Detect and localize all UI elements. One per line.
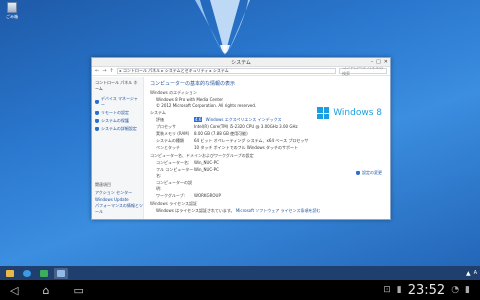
- taskbar-system-button[interactable]: [54, 267, 68, 279]
- row-key: コンピューター名:: [156, 160, 190, 165]
- taskbar-ie-button[interactable]: [20, 268, 34, 279]
- sidebar-item-label: システムの保護: [101, 118, 129, 123]
- row-value: 10 タッチ ポイントでのフル Windows タッチのサポート: [194, 145, 299, 150]
- minimize-button[interactable]: –: [371, 59, 374, 65]
- row-value: Win_NUC-PC: [194, 160, 219, 165]
- system-row-touch: ペンとタッチ 10 タッチ ポイントでのフル Windows タッチのサポート: [150, 145, 384, 151]
- shield-icon: [356, 171, 360, 175]
- system-tray: ▲ A: [466, 270, 477, 277]
- shield-icon: [95, 111, 99, 115]
- activation-status: Windows はライセンス認証されています。 Microsoft ソフトウェア…: [150, 208, 384, 214]
- row-value: WORKGROUP: [194, 193, 221, 198]
- computer-name-header: コンピューター名、ドメインおよびワークグループの設定: [150, 153, 254, 158]
- recycle-bin-icon: [7, 2, 17, 13]
- wifi-icon: ◔: [451, 285, 460, 295]
- row-value: Intel(R) Core(TM) i5-2320 CPU @ 3.00GHz …: [194, 124, 298, 129]
- window-titlebar[interactable]: システム – □ ✕: [92, 58, 390, 67]
- edition-name: Windows 8 Pro with Media Center: [156, 97, 224, 102]
- recent-apps-icon[interactable]: ▭: [73, 284, 83, 297]
- screenshot-icon[interactable]: ⊡: [383, 285, 391, 295]
- main-content: コンピューターの基本的な情報の表示 Windows のエディション Window…: [144, 77, 390, 219]
- edition-header: Windows のエディション: [150, 90, 197, 95]
- address-path[interactable]: ▸ コントロール パネル ▸ システムとセキュリティ ▸ システム: [116, 68, 336, 74]
- home-icon[interactable]: ⌂: [42, 284, 49, 297]
- row-key: 実装メモリ (RAM): [156, 131, 190, 136]
- ime-indicator[interactable]: A: [474, 270, 477, 276]
- up-arrow-icon[interactable]: ↑: [109, 68, 113, 74]
- sidebar-item-label: リモートの設定: [101, 110, 129, 115]
- sidebar-item-device-manager[interactable]: デバイス マネージャー: [95, 96, 140, 108]
- sidebar-item-label: システムの詳細設定: [101, 126, 137, 131]
- license-terms-link[interactable]: Microsoft ソフトウェア ライセンス条項を読む: [236, 208, 321, 213]
- computer-row-full-name: フル コンピューター名: Win_NUC-PC: [150, 167, 384, 179]
- row-value: [194, 180, 384, 192]
- system-window: システム – □ ✕ ← → ↑ ▸ コントロール パネル ▸ システムとセキュ…: [91, 57, 391, 220]
- activation-text: Windows はライセンス認証されています。: [156, 208, 235, 213]
- sidebar-item-advanced-settings[interactable]: システムの詳細設定: [95, 126, 140, 132]
- close-button[interactable]: ✕: [384, 59, 388, 65]
- sidebar-item-system-protection[interactable]: システムの保護: [95, 118, 140, 124]
- shield-icon: [95, 127, 99, 131]
- media-center-icon: [40, 269, 48, 277]
- taskbar: ▲ A: [0, 266, 480, 280]
- sidebar-home-link[interactable]: コントロール パネル ホーム: [95, 80, 140, 92]
- related-link-performance[interactable]: パフォーマンスの情報とツール: [95, 203, 143, 215]
- sidebar-item-label: デバイス マネージャー: [100, 96, 138, 107]
- recycle-bin-label: ごみ箱: [6, 14, 18, 19]
- related-link-windows-update[interactable]: Windows Update: [95, 197, 143, 202]
- row-value: 64 ビット オペレーティング システム、x64 ベース プロセッサ: [194, 138, 309, 143]
- internet-explorer-icon: [23, 269, 31, 277]
- folder-icon: [6, 269, 14, 277]
- computer-row-name: コンピューター名: Win_NUC-PC: [150, 160, 384, 166]
- computer-row-workgroup: ワークグループ: WORKGROUP: [150, 193, 384, 199]
- change-settings-label: 設定の変更: [362, 170, 382, 175]
- related-link-action-center[interactable]: アクション センター: [95, 190, 143, 196]
- shield-icon: [95, 119, 99, 123]
- taskbar-explorer-button[interactable]: [3, 268, 17, 279]
- address-bar: ← → ↑ ▸ コントロール パネル ▸ システムとセキュリティ ▸ システム …: [92, 65, 390, 76]
- windows-8-logo: Windows 8: [317, 107, 382, 119]
- system-row-memory: 実装メモリ (RAM) 8.00 GB (7.88 GB 使用可能): [150, 131, 384, 137]
- maximize-button[interactable]: □: [376, 59, 381, 65]
- status-clock: 23:52: [407, 282, 446, 298]
- android-navigation-bar: ◁ ⌂ ▭ ⊡ ▮ 23:52 ◔ ▮: [0, 280, 480, 300]
- row-key: 評価: [156, 117, 164, 122]
- windows-flag-icon: [317, 107, 330, 119]
- activation-header: Windows ライセンス認証: [150, 201, 198, 206]
- sidebar: コントロール パネル ホーム デバイス マネージャー リモートの設定 システムの…: [92, 77, 144, 219]
- recycle-bin-shortcut[interactable]: ごみ箱: [4, 2, 20, 20]
- experience-index-link[interactable]: Windows エクスペリエンス インデックス: [206, 117, 282, 122]
- computer-row-description: コンピューターの説明:: [150, 180, 384, 192]
- row-key: ワークグループ:: [156, 193, 185, 198]
- row-key: システムの種類: [156, 138, 184, 143]
- taskbar-media-button[interactable]: [37, 268, 51, 279]
- row-key: ペンとタッチ: [156, 145, 180, 150]
- page-title: コンピューターの基本的な情報の表示: [150, 81, 236, 87]
- window-title: システム: [231, 59, 251, 66]
- change-settings-link[interactable]: 設定の変更: [356, 170, 382, 176]
- related-header: 関連項目: [95, 182, 111, 187]
- system-window-icon: [57, 269, 65, 277]
- row-key: プロセッサ: [156, 124, 176, 129]
- back-icon[interactable]: ◁: [10, 284, 18, 297]
- row-value: 8.00 GB (7.88 GB 使用可能): [194, 131, 248, 136]
- signal-icon: ▮: [396, 285, 402, 295]
- shield-icon: [95, 100, 99, 104]
- search-input[interactable]: コントロール パネルの検索: [339, 65, 387, 76]
- show-hidden-icons-button[interactable]: ▲: [466, 270, 471, 277]
- system-row-processor: プロセッサ Intel(R) Core(TM) i5-2320 CPU @ 3.…: [150, 124, 384, 130]
- row-key: コンピューターの説明:: [156, 180, 192, 191]
- sidebar-item-remote-settings[interactable]: リモートの設定: [95, 110, 140, 116]
- desktop: ごみ箱 システム – □ ✕ ← → ↑ ▸ コントロール パネル ▸ システム…: [0, 0, 480, 266]
- rating-badge: 4.6: [194, 117, 203, 122]
- windows-logo-text: Windows 8: [333, 108, 382, 118]
- system-row-type: システムの種類 64 ビット オペレーティング システム、x64 ベース プロセ…: [150, 138, 384, 144]
- battery-icon: ▮: [465, 285, 470, 295]
- row-key: フル コンピューター名:: [156, 167, 194, 178]
- forward-arrow-icon[interactable]: →: [102, 68, 106, 74]
- back-arrow-icon[interactable]: ←: [95, 68, 99, 74]
- related-links: 関連項目 アクション センター Windows Update パフォーマンスの情…: [95, 182, 143, 216]
